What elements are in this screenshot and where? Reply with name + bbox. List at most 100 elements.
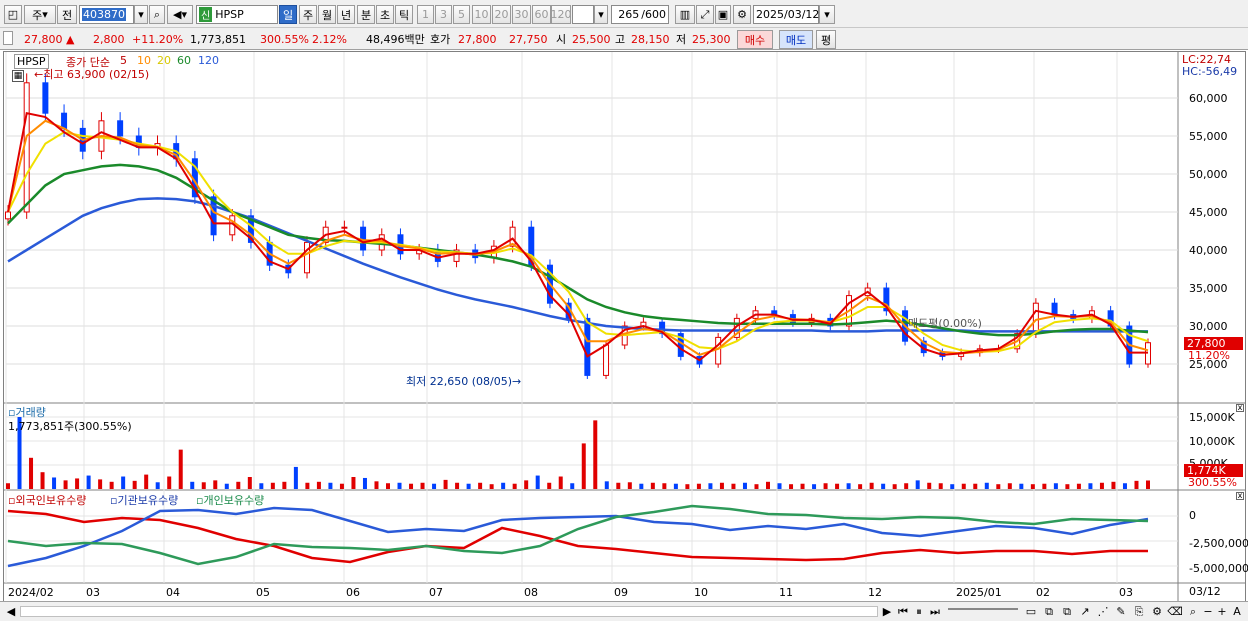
x-tick-label: 2024/02 (8, 586, 54, 599)
indicator-icon[interactable]: ⤢ (696, 5, 714, 24)
period-month[interactable]: 월 (318, 5, 336, 24)
period-week[interactable]: 주 (299, 5, 317, 24)
x-tick-label: 06 (346, 586, 360, 599)
settings-icon[interactable]: ⚙ (1150, 604, 1164, 619)
volume-close-icon[interactable]: x (1236, 404, 1244, 412)
y-tick: 45,000 (1189, 206, 1228, 219)
count-input[interactable]: 265/600 (611, 5, 669, 24)
stock-name-field[interactable]: 신 HPSP (196, 5, 278, 24)
volume-bar (98, 479, 103, 489)
period-day[interactable]: 일 (279, 5, 297, 24)
sell-button[interactable]: 매도 (779, 30, 813, 49)
zoom-icon[interactable]: ⌕ (1186, 604, 1200, 619)
period-tick[interactable]: 틱 (395, 5, 413, 24)
zoom-slider[interactable] (948, 608, 1018, 616)
flow-y-tick: -2,500,000 (1189, 537, 1248, 550)
zoom-out-icon[interactable]: − (1202, 604, 1214, 619)
candle-body (23, 82, 30, 213)
period-second[interactable]: 초 (376, 5, 394, 24)
volume-bar (604, 481, 609, 489)
scroll-left-icon[interactable]: ◀ (4, 604, 18, 619)
candle-body (42, 82, 49, 114)
x-tick-label: 08 (524, 586, 538, 599)
save-icon[interactable]: ▣ (715, 5, 731, 24)
flow-y-tick: 0 (1189, 509, 1196, 522)
last-page-icon[interactable]: ⏭ (928, 604, 942, 619)
volume-bar (144, 474, 149, 489)
y-tick: 50,000 (1189, 168, 1228, 181)
x-tick-label: 03 (86, 586, 100, 599)
mode-select[interactable]: 주 ▾ (24, 5, 56, 24)
candle-body (117, 120, 124, 137)
pause-icon[interactable]: ⏸ (912, 604, 926, 619)
volume-bar (789, 484, 794, 489)
candle-body (584, 317, 591, 376)
interval-120[interactable]: 120 (551, 5, 572, 24)
draw-icon[interactable]: ✎ (1114, 604, 1128, 619)
volume-bar (1099, 482, 1104, 489)
volume-bar (869, 482, 874, 489)
x-tick-label: 07 (429, 586, 443, 599)
volume-bar (1076, 483, 1081, 489)
x-tick-label: 04 (166, 586, 180, 599)
first-page-icon[interactable]: ⏮ (896, 604, 910, 619)
period-minute[interactable]: 분 (357, 5, 375, 24)
quote-low: 25,300 (692, 32, 731, 46)
compare-icon[interactable]: ⧉ (1060, 604, 1074, 619)
interval-30[interactable]: 30 (512, 5, 531, 24)
interval-10[interactable]: 10 (472, 5, 491, 24)
zoom-in-icon[interactable]: + (1216, 604, 1228, 619)
interval-60[interactable]: 60 (532, 5, 551, 24)
candle-body (5, 211, 11, 220)
volume-bar (1122, 483, 1127, 489)
erase-icon[interactable]: ⌫ (1167, 604, 1183, 619)
buy-button[interactable]: 매수 (737, 30, 773, 49)
candle-type-icon[interactable]: ▥ (675, 5, 695, 24)
volume-bar (224, 483, 229, 489)
font-size-icon[interactable]: A (1230, 604, 1244, 619)
date-picker-icon[interactable]: ▾ (819, 5, 835, 24)
stock-code-input[interactable]: 403870 (79, 5, 134, 24)
volume-bar (650, 482, 655, 489)
volume-current-pct: 300.55% (1188, 476, 1237, 489)
volume-bar (1030, 484, 1035, 489)
flow-close-icon[interactable]: x (1236, 492, 1244, 500)
layout-icon[interactable]: ▭ (1024, 604, 1038, 619)
volume-bar (1146, 480, 1150, 489)
quote-amount: 48,496백만 (366, 33, 425, 46)
quote-checkbox[interactable] (3, 31, 13, 45)
chart-area[interactable]: 2024/02 03 04 05 06 07 08 09 10 11 12 2025/01 02 03 H… (3, 51, 1248, 604)
interval-3[interactable]: 3 (435, 5, 452, 24)
volume-bar (754, 484, 759, 489)
trend-icon[interactable]: ↗ (1078, 604, 1092, 619)
quote-bid: 27,750 (509, 32, 548, 46)
volume-bar (881, 483, 886, 489)
fibo-icon[interactable]: ⋰ (1096, 604, 1110, 619)
code-dropdown-icon[interactable]: ▾ (134, 5, 148, 24)
candle-body (61, 112, 68, 129)
max-label: ←최고 63,900 (02/15) (34, 68, 150, 81)
date-input[interactable]: 2025/03/12 (753, 5, 819, 24)
prev-button[interactable]: 전 (57, 5, 77, 24)
gear-icon[interactable]: ⚙ (733, 5, 751, 24)
custom-interval-input[interactable] (572, 5, 594, 24)
interval-5[interactable]: 5 (453, 5, 470, 24)
scrollbar-track[interactable] (20, 606, 878, 617)
speaker-icon[interactable]: ◀▾ (167, 5, 193, 24)
interval-20[interactable]: 20 (492, 5, 511, 24)
volume-bar (339, 483, 344, 489)
scroll-right-icon[interactable]: ▶ (880, 604, 894, 619)
volume-bar (823, 483, 828, 489)
y-tick: 55,000 (1189, 130, 1228, 143)
split-icon[interactable]: ⧉ (1042, 604, 1056, 619)
table-icon[interactable]: ▦ (12, 70, 24, 82)
interval-dropdown-icon[interactable]: ▾ (594, 5, 608, 24)
interval-1[interactable]: 1 (417, 5, 434, 24)
copy-icon[interactable]: ⎘ (1132, 604, 1146, 619)
volume-bar (259, 483, 264, 489)
eval-button[interactable]: 평 (816, 30, 836, 49)
window-menu-icon[interactable]: ◰ (4, 5, 22, 24)
search-icon[interactable]: ⌕ (149, 5, 165, 24)
x-tick-label: 03 (1119, 586, 1133, 599)
period-year[interactable]: 년 (337, 5, 355, 24)
